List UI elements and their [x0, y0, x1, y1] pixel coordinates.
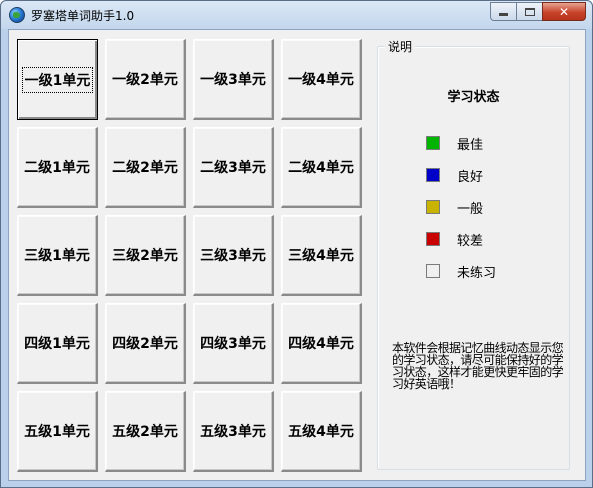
unit-button-1-4[interactable]: 一级4单元: [281, 39, 362, 120]
unit-button-5-2[interactable]: 五级2单元: [105, 391, 186, 472]
unit-button-4-4[interactable]: 四级4单元: [281, 303, 362, 384]
unit-button-5-3[interactable]: 五级3单元: [193, 391, 274, 472]
unit-button-2-1[interactable]: 二级1单元: [17, 127, 98, 208]
close-button[interactable]: ✕: [542, 2, 586, 21]
window-title: 罗塞塔单词助手1.0: [31, 9, 135, 23]
unit-label: 五级3单元: [200, 424, 266, 440]
unit-button-2-4[interactable]: 二级4单元: [281, 127, 362, 208]
unit-label: 四级2单元: [112, 336, 178, 352]
maximize-button[interactable]: [516, 2, 542, 21]
unit-label: 四级3单元: [200, 336, 266, 352]
app-window: 罗塞塔单词助手1.0 ✕ 一级1单元 一级2单元 一级3单元 一级4单元 二级1…: [0, 0, 593, 488]
good-swatch: [426, 168, 440, 182]
unit-button-3-4[interactable]: 三级4单元: [281, 215, 362, 296]
unit-button-3-2[interactable]: 三级2单元: [105, 215, 186, 296]
unit-label: 三级2单元: [112, 248, 178, 264]
unit-label: 三级1单元: [24, 248, 90, 264]
window-controls: ✕: [490, 2, 586, 21]
unit-button-4-1[interactable]: 四级1单元: [17, 303, 98, 384]
unit-label: 五级1单元: [24, 424, 90, 440]
unit-button-3-3[interactable]: 三级3单元: [193, 215, 274, 296]
maximize-icon: [524, 7, 535, 16]
unit-label: 二级4单元: [288, 160, 354, 176]
unit-label: 一级2单元: [112, 72, 178, 88]
description-text: 本软件会根据记忆曲线动态显示您的学习状态，请尽可能保持好的学习状态，这样才能更快…: [392, 341, 564, 391]
unit-button-1-3[interactable]: 一级3单元: [193, 39, 274, 120]
unit-button-5-1[interactable]: 五级1单元: [17, 391, 98, 472]
client-area: 一级1单元 一级2单元 一级3单元 一级4单元 二级1单元 二级2单元 二级3单…: [8, 29, 586, 481]
unit-button-1-1[interactable]: 一级1单元: [17, 39, 98, 120]
poor-swatch: [426, 232, 440, 246]
unit-label: 五级2单元: [112, 424, 178, 440]
title-bar[interactable]: 罗塞塔单词助手1.0 ✕: [1, 1, 592, 29]
info-groupbox: [377, 46, 570, 470]
unit-label: 一级1单元: [21, 66, 94, 93]
unit-button-4-3[interactable]: 四级3单元: [193, 303, 274, 384]
minimize-icon: [499, 13, 508, 16]
unpracticed-swatch: [426, 264, 440, 278]
unit-label: 二级1单元: [24, 160, 90, 176]
close-icon: ✕: [558, 4, 570, 19]
legend-item-unpracticed: 未练习: [426, 263, 497, 281]
unit-button-4-2[interactable]: 四级2单元: [105, 303, 186, 384]
unit-button-2-3[interactable]: 二级3单元: [193, 127, 274, 208]
unit-label: 二级2单元: [112, 160, 178, 176]
unit-label: 三级4单元: [288, 248, 354, 264]
unit-label: 四级1单元: [24, 336, 90, 352]
legend-label: 较差: [457, 233, 484, 249]
status-title: 学习状态: [447, 90, 500, 105]
unit-button-2-2[interactable]: 二级2单元: [105, 127, 186, 208]
unit-label: 一级4单元: [288, 72, 354, 88]
minimize-button[interactable]: [490, 2, 516, 21]
globe-icon: [9, 7, 25, 23]
legend-item-average: 一般: [426, 199, 484, 217]
legend-label: 一般: [457, 201, 484, 217]
legend-label: 未练习: [457, 265, 497, 281]
legend-item-poor: 较差: [426, 231, 484, 249]
unit-label: 一级3单元: [200, 72, 266, 88]
legend-item-best: 最佳: [426, 135, 484, 153]
unit-label: 五级4单元: [288, 424, 354, 440]
unit-button-grid: 一级1单元 一级2单元 一级3单元 一级4单元 二级1单元 二级2单元 二级3单…: [17, 39, 362, 472]
average-swatch: [426, 200, 440, 214]
unit-button-5-4[interactable]: 五级4单元: [281, 391, 362, 472]
legend-label: 最佳: [457, 137, 484, 153]
unit-button-1-2[interactable]: 一级2单元: [105, 39, 186, 120]
unit-label: 二级3单元: [200, 160, 266, 176]
unit-label: 三级3单元: [200, 248, 266, 264]
unit-label: 四级4单元: [288, 336, 354, 352]
groupbox-legend: 说明: [385, 38, 416, 55]
unit-button-3-1[interactable]: 三级1单元: [17, 215, 98, 296]
legend-item-good: 良好: [426, 167, 484, 185]
legend-label: 良好: [457, 169, 484, 185]
best-swatch: [426, 136, 440, 150]
